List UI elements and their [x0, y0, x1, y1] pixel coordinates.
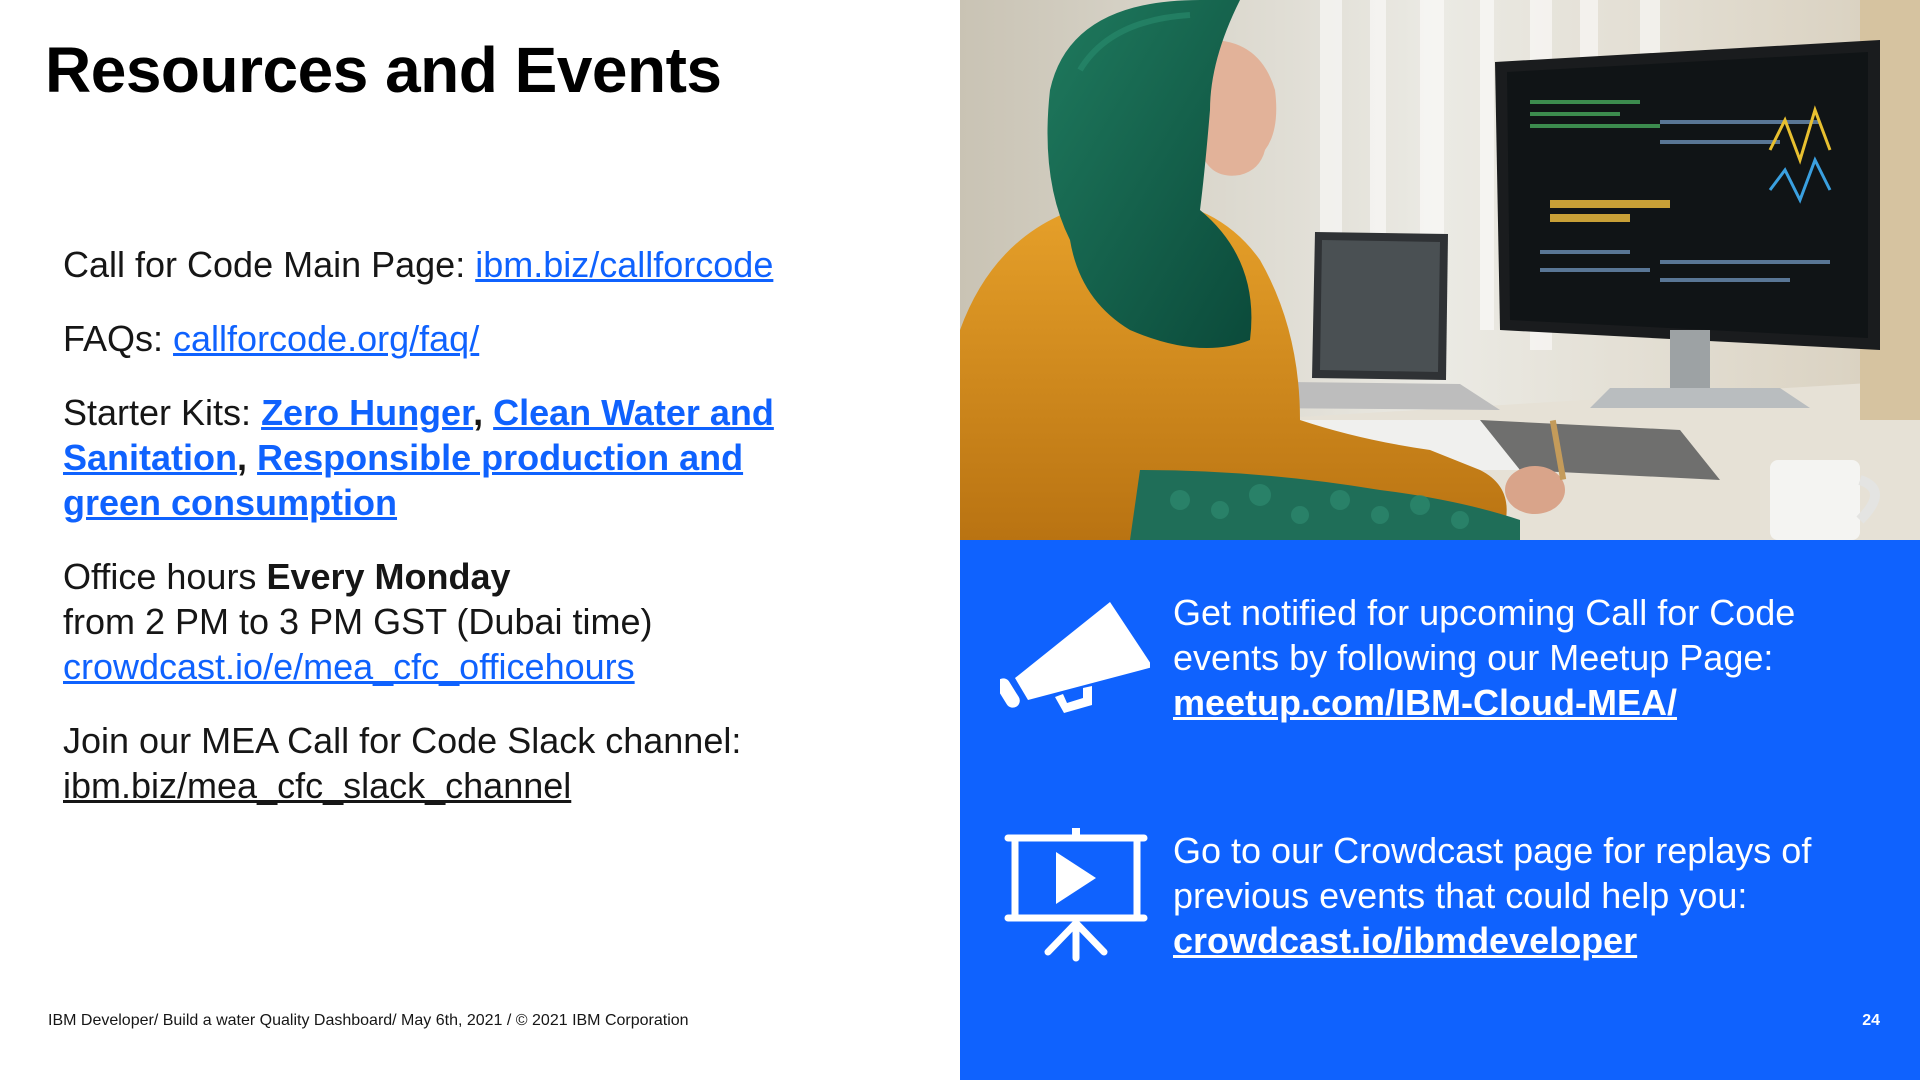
presentation-play-icon: [1000, 828, 1150, 968]
starter-kits-label: Starter Kits:: [63, 392, 262, 433]
faqs-link[interactable]: callforcode.org/faq/: [173, 318, 479, 359]
slide-footer: IBM Developer/ Build a water Quality Das…: [48, 1012, 689, 1029]
office-hours-item: Office hours Every Monday from 2 PM to 3…: [63, 554, 843, 689]
hero-photo: [960, 0, 1920, 540]
crowdcast-text-block: Go to our Crowdcast page for replays of …: [1173, 828, 1873, 963]
office-hours-time: from 2 PM to 3 PM GST (Dubai time): [63, 601, 653, 642]
starter-kits-item: Starter Kits: Zero Hunger, Clean Water a…: [63, 390, 843, 525]
zero-hunger-link[interactable]: Zero Hunger: [261, 392, 473, 433]
main-page-link[interactable]: ibm.biz/callforcode: [475, 244, 773, 285]
left-panel: Resources and Events Call for Code Main …: [0, 0, 960, 1080]
kit-separator: ,: [473, 392, 484, 433]
slide-title: Resources and Events: [45, 34, 722, 106]
main-page-item: Call for Code Main Page: ibm.biz/callfor…: [63, 242, 843, 287]
slack-link[interactable]: ibm.biz/mea_cfc_slack_channel: [63, 765, 571, 806]
crowdcast-link[interactable]: crowdcast.io/ibmdeveloper: [1173, 920, 1637, 961]
office-hours-link[interactable]: crowdcast.io/e/mea_cfc_officehours: [63, 646, 635, 687]
office-hours-day: Every Monday: [266, 556, 511, 597]
meetup-link[interactable]: meetup.com/IBM-Cloud-MEA/: [1173, 682, 1677, 723]
faqs-label: FAQs:: [63, 318, 174, 359]
slack-label: Join our MEA Call for Code Slack channel…: [63, 720, 742, 761]
meetup-text-block: Get notified for upcoming Call for Code …: [1173, 590, 1873, 725]
page-number: 24: [1862, 1012, 1880, 1029]
right-panel: Get notified for upcoming Call for Code …: [960, 0, 1920, 1080]
crowdcast-text: Go to our Crowdcast page for replays of …: [1173, 830, 1812, 916]
main-page-label: Call for Code Main Page:: [63, 244, 476, 285]
meetup-text: Get notified for upcoming Call for Code …: [1173, 592, 1796, 678]
office-hours-label: Office hours: [63, 556, 267, 597]
faqs-item: FAQs: callforcode.org/faq/: [63, 316, 843, 361]
slack-item: Join our MEA Call for Code Slack channel…: [63, 718, 843, 808]
megaphone-icon: [996, 600, 1153, 725]
kit-separator: ,: [237, 437, 248, 478]
resources-list: Call for Code Main Page: ibm.biz/callfor…: [63, 242, 843, 837]
